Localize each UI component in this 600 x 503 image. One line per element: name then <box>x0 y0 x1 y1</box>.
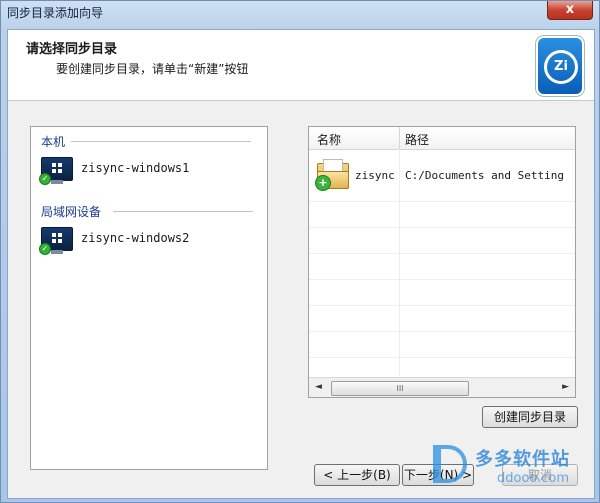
row-path-cell[interactable]: C:/Documents and Setting <box>405 169 564 182</box>
windows-logo-icon <box>52 233 62 243</box>
device-name: zisync-windows1 <box>81 161 190 175</box>
online-check-icon: ✓ <box>39 243 51 255</box>
device-item-local[interactable]: ✓ zisync-windows1 <box>39 157 261 191</box>
column-header-path[interactable]: 路径 <box>405 131 429 148</box>
row-gridline <box>309 331 575 332</box>
wizard-client-area: 请选择同步目录 要创建同步目录，请单击“新建”按钮 Zi 本机 ✓ zisync… <box>7 29 595 499</box>
row-gridline <box>309 279 575 280</box>
page-title: 请选择同步目录 <box>26 42 118 57</box>
wizard-window: 同步目录添加向导 x 请选择同步目录 要创建同步目录，请单击“新建”按钮 Zi … <box>0 0 600 503</box>
device-tree-panel[interactable]: 本机 ✓ zisync-windows1 局域网设备 ✓ zisync-wind… <box>30 126 268 470</box>
scroll-right-icon[interactable]: ► <box>562 382 569 392</box>
watermark-name: 多多软件站 <box>475 449 570 470</box>
horizontal-scrollbar[interactable]: ◄ III ► <box>309 377 575 397</box>
column-separator[interactable] <box>399 127 400 149</box>
group-label-lan: 局域网设备 <box>41 205 102 219</box>
group-divider <box>113 211 253 212</box>
back-button[interactable]: < 上一步(B) <box>314 464 400 486</box>
device-name: zisync-windows2 <box>81 231 190 245</box>
folder-add-icon: + <box>315 159 349 191</box>
monitor-stand <box>51 250 63 254</box>
watermark-logo-icon <box>433 445 467 483</box>
sync-directory-list[interactable]: 名称 路径 + zisync C:/Documents and Setting … <box>308 126 576 398</box>
wizard-header: 请选择同步目录 要创建同步目录，请单击“新建”按钮 Zi <box>8 30 594 101</box>
add-icon: + <box>315 175 331 191</box>
row-gridline <box>309 357 575 358</box>
title-bar[interactable]: 同步目录添加向导 x <box>1 1 599 23</box>
column-gridline <box>399 149 400 375</box>
device-item-lan[interactable]: ✓ zisync-windows2 <box>39 227 261 261</box>
scrollbar-thumb[interactable]: III <box>331 381 469 396</box>
group-divider <box>71 141 251 142</box>
row-gridline <box>309 253 575 254</box>
list-header: 名称 路径 <box>309 127 575 150</box>
watermark: 多多软件站 ddooo.com <box>431 441 591 497</box>
row-gridline <box>309 305 575 306</box>
row-gridline <box>309 201 575 202</box>
window-title: 同步目录添加向导 <box>7 6 104 20</box>
windows-logo-icon <box>52 163 62 173</box>
close-button[interactable]: x <box>547 1 593 20</box>
online-check-icon: ✓ <box>39 173 51 185</box>
column-header-name[interactable]: 名称 <box>317 131 341 148</box>
row-name-cell[interactable]: zisync <box>355 169 395 182</box>
create-sync-directory-button[interactable]: 创建同步目录 <box>482 406 578 428</box>
group-label-local: 本机 <box>41 135 66 149</box>
page-subtitle: 要创建同步目录，请单击“新建”按钮 <box>56 62 249 76</box>
monitor-stand <box>51 180 63 184</box>
logo-text: Zi <box>544 50 578 84</box>
watermark-url: ddooo.com <box>497 471 570 486</box>
scroll-left-icon[interactable]: ◄ <box>315 382 322 392</box>
zisync-logo-icon: Zi <box>536 36 584 96</box>
row-gridline <box>309 227 575 228</box>
